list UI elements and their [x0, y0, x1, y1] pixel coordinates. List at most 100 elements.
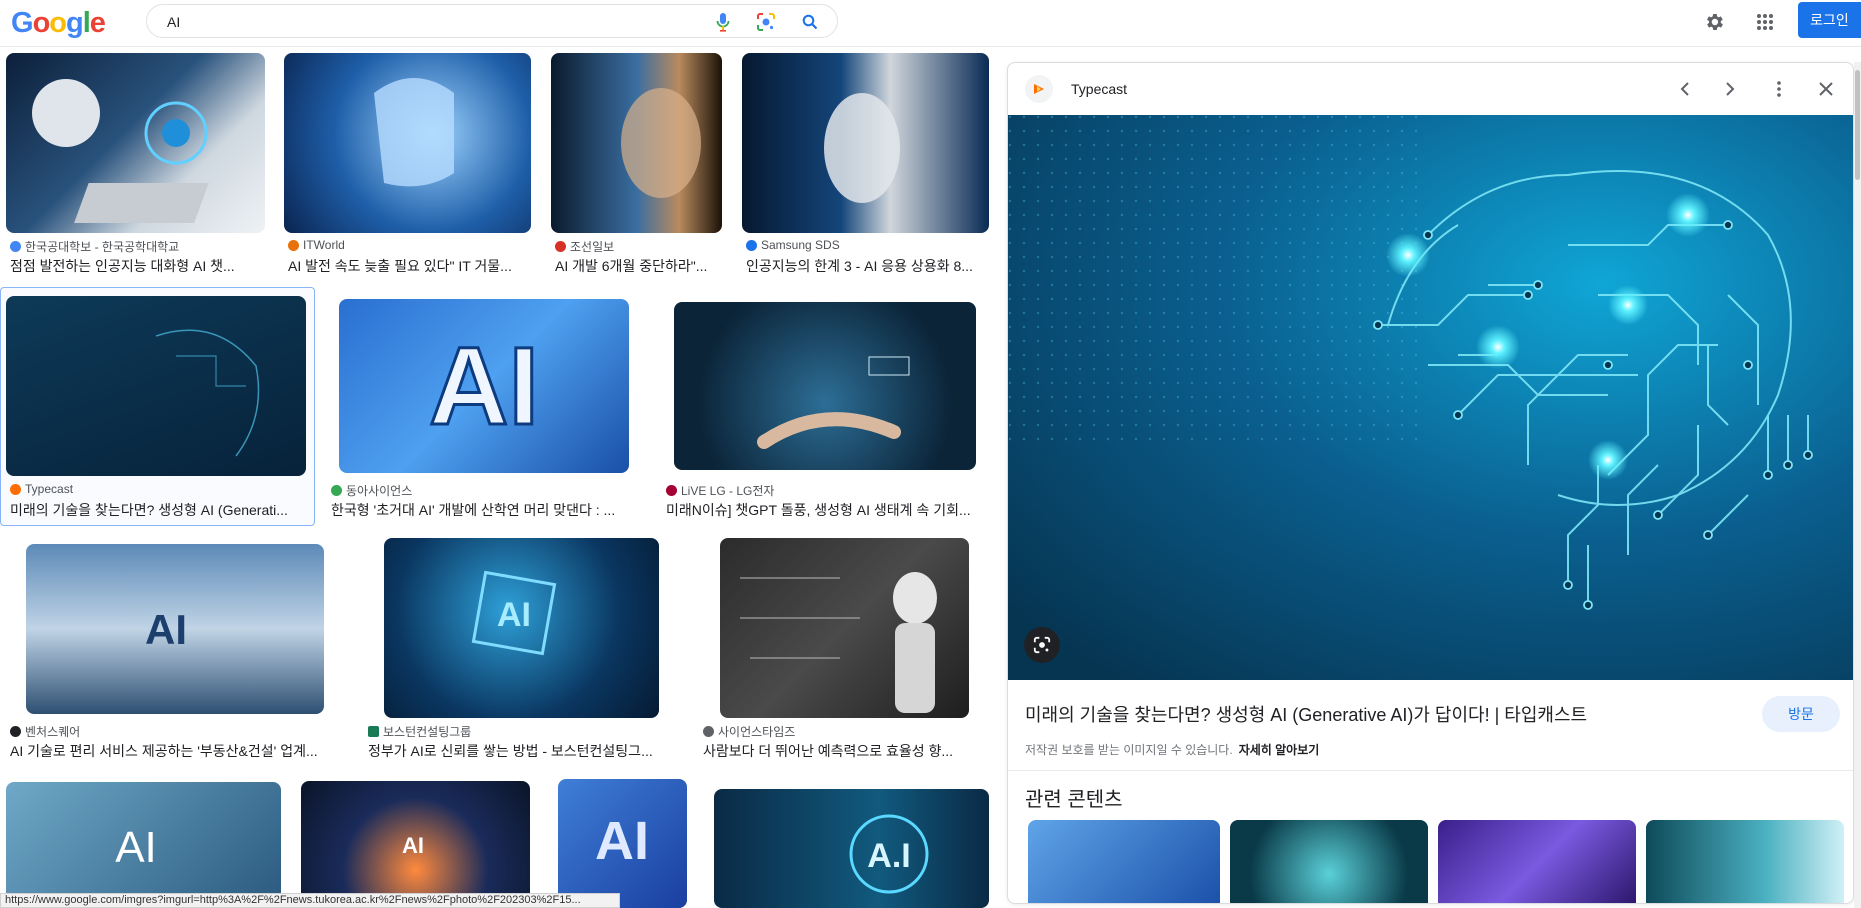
result-source[interactable]: 동아사이언스 [331, 482, 412, 499]
result-thumbnail[interactable] [742, 53, 989, 233]
preview-title[interactable]: 미래의 기술을 찾는다면? 생성형 AI (Generative AI)가 답이… [1025, 701, 1587, 727]
login-button[interactable]: 로그인 [1798, 2, 1861, 38]
result-thumbnail[interactable]: AI [339, 299, 629, 473]
result-thumbnail[interactable] [551, 53, 722, 233]
logo-letter: o [49, 7, 67, 39]
source-label: 조선일보 [570, 240, 615, 254]
result-title[interactable]: 미래의 기술을 찾는다면? 생성형 AI (Generati... [10, 500, 308, 520]
result-thumbnail[interactable] [284, 53, 531, 233]
site-favicon-icon [703, 726, 714, 737]
visit-button[interactable]: 방문 [1762, 696, 1840, 732]
related-thumbnail[interactable] [1438, 820, 1636, 903]
source-label: Typecast [25, 482, 74, 496]
scrollbar-thumb[interactable] [1855, 70, 1860, 180]
result-title[interactable]: 인공지능의 한계 3 - AI 응용 상용화 8... [746, 256, 988, 276]
result-title[interactable]: 점점 발전하는 인공지능 대화형 AI 챗... [10, 256, 260, 276]
preview-image[interactable] [1008, 115, 1853, 680]
result-thumbnail[interactable]: AI [301, 781, 530, 908]
logo-letter: o [32, 7, 51, 39]
result-title[interactable]: AI 발전 속도 늦출 필요 있다" IT 거물... [288, 256, 528, 276]
site-favicon-icon [746, 239, 757, 251]
source-label: ITWorld [303, 238, 345, 252]
google-logo[interactable]: Google [11, 7, 106, 40]
ai-letters-graphic: A.I [867, 837, 910, 875]
chevron-left-icon[interactable] [1673, 77, 1697, 101]
site-favicon-icon [331, 485, 342, 496]
site-favicon-icon [10, 483, 21, 495]
result-thumbnail[interactable]: AI [6, 782, 281, 908]
result-title[interactable]: 미래N이슈] 챗GPT 돌풍, 생성형 AI 생태계 속 기회... [666, 500, 988, 520]
site-favicon-icon [10, 726, 21, 737]
logo-letter: G [11, 7, 34, 39]
site-favicon-icon [10, 241, 21, 252]
source-label: 한국공대학보 - 한국공학대학교 [25, 240, 180, 254]
result-source[interactable]: Typecast [10, 482, 73, 496]
result-thumbnail[interactable]: AI [26, 544, 324, 714]
result-thumbnail[interactable]: A.I [714, 789, 989, 908]
result-thumbnail[interactable]: AI [558, 779, 687, 908]
chevron-right-icon[interactable] [1718, 77, 1742, 101]
logo-letter: g [66, 7, 84, 39]
source-label: LiVE LG - LG전자 [681, 484, 775, 498]
related-thumbnail[interactable] [1230, 820, 1428, 903]
source-label: 벤처스퀘어 [25, 725, 81, 739]
ai-letters-graphic: AI [145, 606, 187, 653]
result-source[interactable]: 한국공대학보 - 한국공학대학교 [10, 238, 179, 255]
source-label: 보스턴컨설팅그룹 [383, 725, 472, 739]
close-icon[interactable] [1814, 77, 1838, 101]
result-thumbnail[interactable]: AI [384, 538, 659, 718]
logo-letter: l [82, 7, 91, 39]
status-bar-url: https://www.google.com/imgres?imgurl=htt… [0, 893, 620, 908]
ai-letters-graphic: AI [402, 833, 424, 858]
divider [1008, 770, 1853, 771]
result-source[interactable]: Samsung SDS [746, 238, 840, 252]
result-source[interactable]: ITWorld [288, 238, 345, 252]
ai-letters-graphic: AI [429, 325, 539, 448]
image-preview-panel: Typecast 미래의 기술을 찾는다면? 생성형 AI (Generativ… [1007, 62, 1854, 904]
google-lens-button[interactable] [1024, 627, 1060, 663]
result-source[interactable]: LiVE LG - LG전자 [666, 482, 774, 499]
site-favicon-icon [666, 485, 677, 496]
result-title[interactable]: AI 기술로 편리 서비스 제공하는 '부동산&건설' 업계... [10, 741, 344, 761]
apps-grid-icon[interactable] [1751, 8, 1779, 36]
learn-more-link[interactable]: 자세히 알아보기 [1239, 743, 1320, 757]
logo-letter: e [89, 7, 106, 39]
copyright-notice: 저작권 보호를 받는 이미지일 수 있습니다. 자세히 알아보기 [1025, 741, 1319, 758]
related-thumbnail[interactable] [1646, 820, 1844, 903]
result-thumbnail[interactable] [6, 53, 265, 233]
gear-icon[interactable] [1700, 8, 1728, 36]
ai-letters-graphic: AI [497, 596, 531, 634]
result-source[interactable]: 보스턴컨설팅그룹 [368, 723, 471, 740]
search-input[interactable]: AI [167, 14, 180, 30]
result-thumbnail[interactable] [720, 538, 969, 718]
result-thumbnail[interactable] [6, 296, 306, 476]
result-source[interactable]: 사이언스타임즈 [703, 723, 795, 740]
search-box[interactable]: AI [146, 4, 838, 38]
panel-header: Typecast [1008, 63, 1853, 115]
scrollbar-track[interactable] [1854, 62, 1861, 908]
result-title[interactable]: 한국형 '초거대 AI' 개발에 산학연 머리 맞댄다 : ... [331, 500, 631, 520]
site-favicon-icon [555, 241, 566, 252]
copyright-text: 저작권 보호를 받는 이미지일 수 있습니다. [1025, 743, 1233, 757]
source-label: Samsung SDS [761, 238, 840, 252]
top-header: Google AI 로그인 [0, 0, 1861, 47]
lens-icon[interactable] [755, 11, 777, 33]
result-title[interactable]: 정부가 AI로 신뢰를 쌓는 방법 - 보스턴컨설팅그... [368, 741, 676, 761]
source-label: 사이언스타임즈 [718, 725, 796, 739]
site-favicon-icon [368, 726, 379, 737]
panel-source-label[interactable]: Typecast [1071, 81, 1127, 97]
result-source[interactable]: 벤처스퀘어 [10, 723, 80, 740]
source-label: 동아사이언스 [346, 484, 413, 498]
related-thumbnail[interactable] [1028, 820, 1220, 903]
result-source[interactable]: 조선일보 [555, 238, 614, 255]
more-options-icon[interactable] [1767, 77, 1791, 101]
search-icon[interactable] [799, 11, 821, 33]
result-thumbnail[interactable] [674, 302, 976, 470]
ai-letters-graphic: AI [115, 823, 157, 872]
typecast-favicon-icon [1025, 75, 1053, 103]
result-title[interactable]: 사람보다 더 뛰어난 예측력으로 효율성 향... [703, 741, 989, 761]
related-content-heading: 관련 콘텐츠 [1025, 789, 1123, 811]
result-title[interactable]: AI 개발 6개월 중단하라"... [555, 256, 720, 276]
site-favicon-icon [288, 239, 299, 251]
mic-icon[interactable] [712, 11, 734, 33]
